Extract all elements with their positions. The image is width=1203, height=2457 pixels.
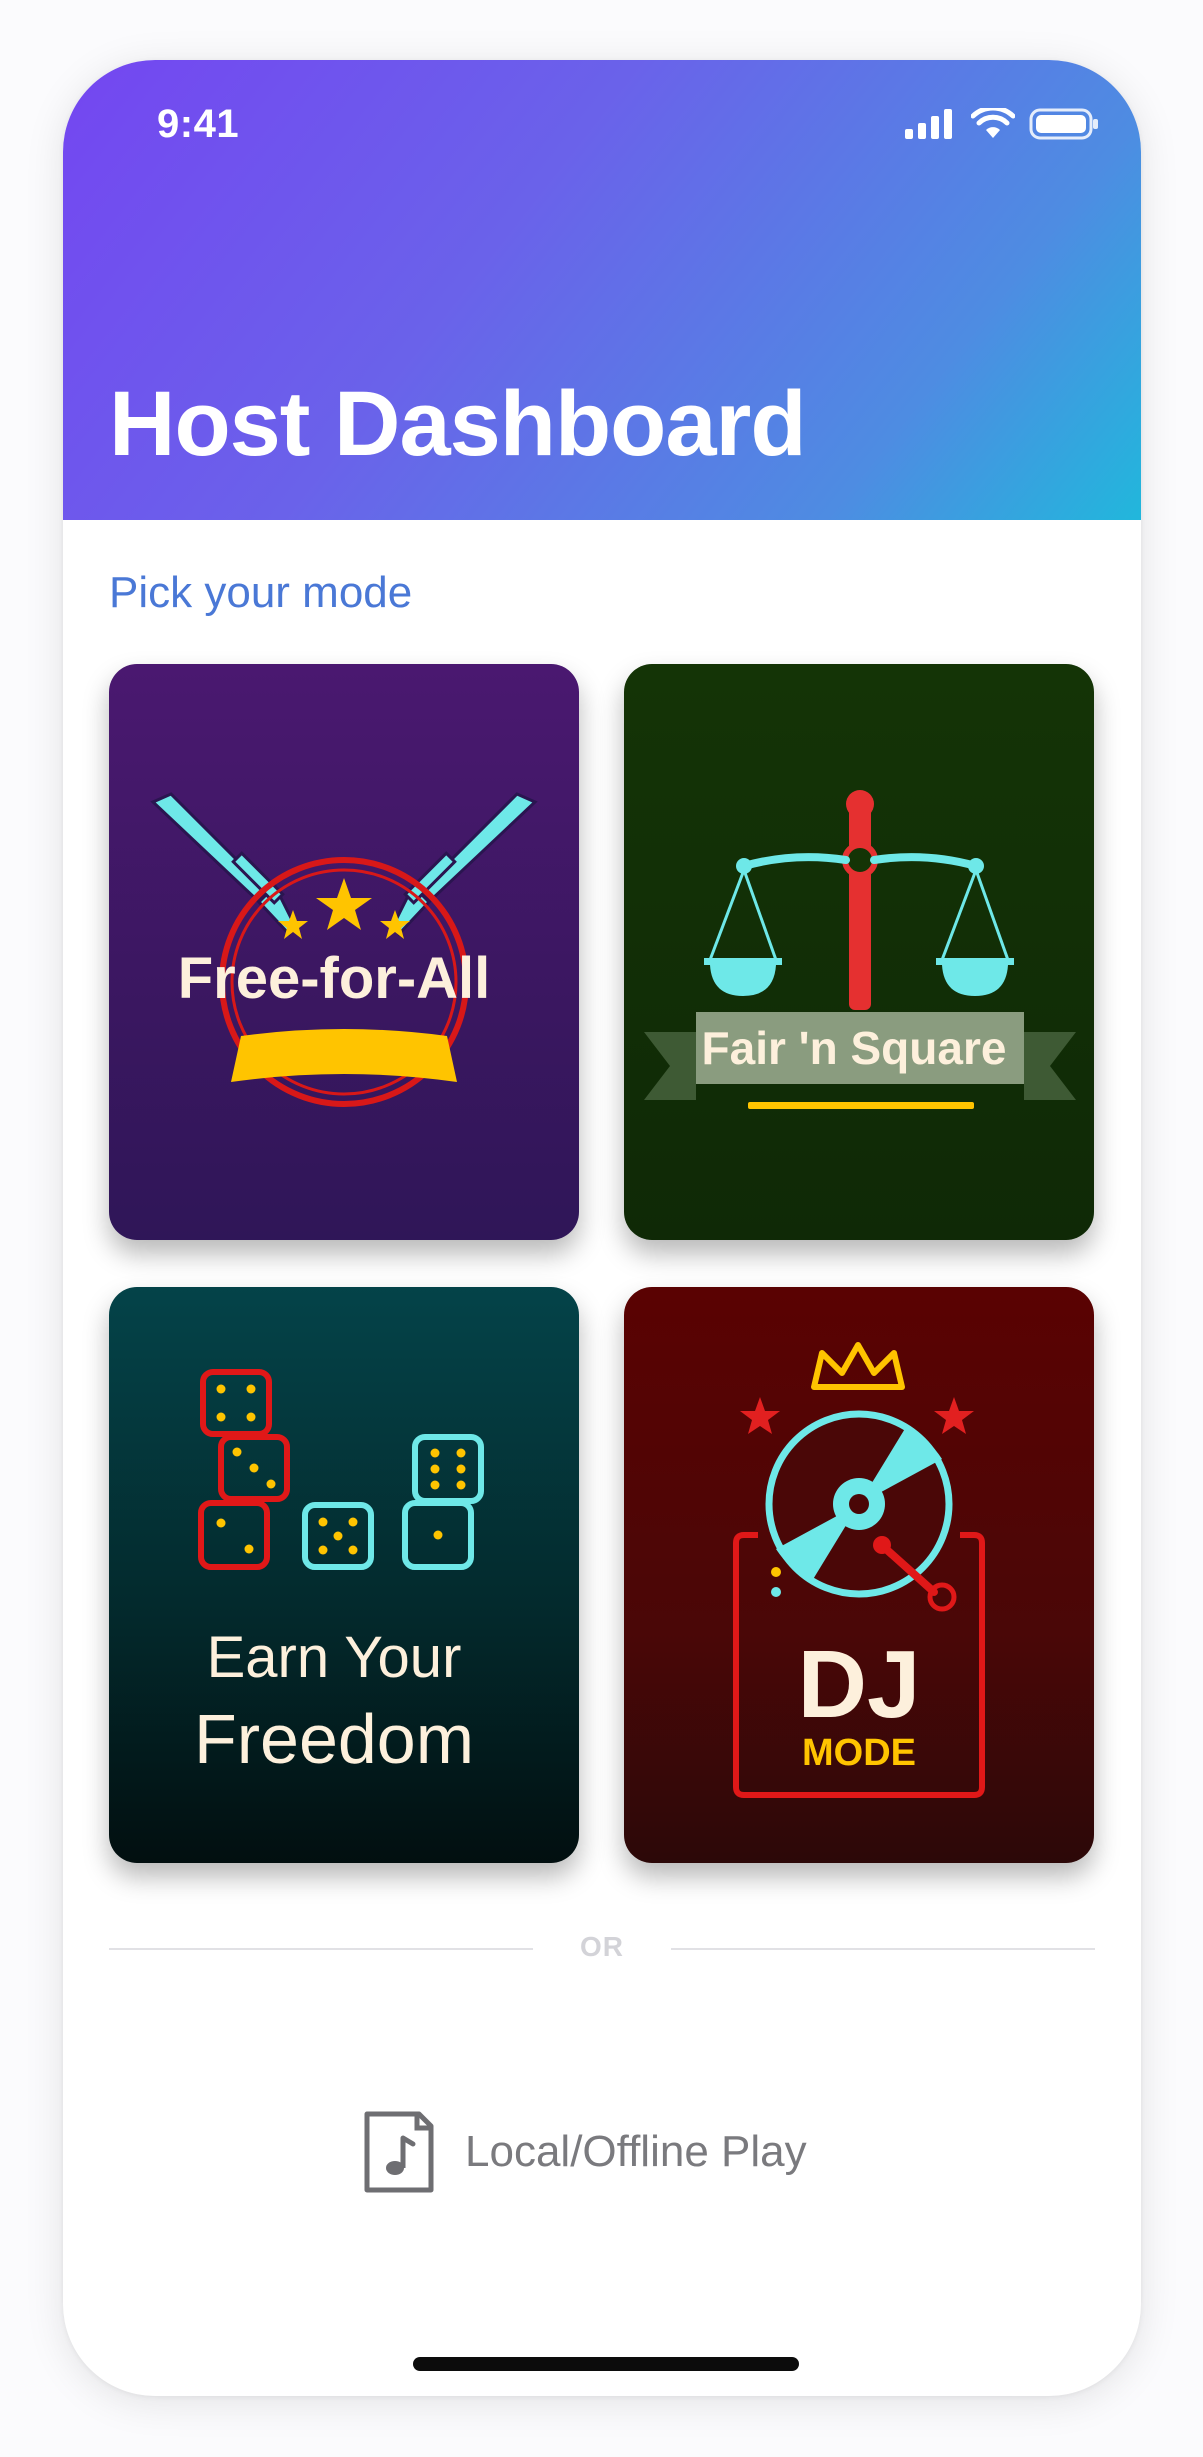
wifi-icon — [971, 108, 1015, 138]
status-time: 9:41 — [157, 102, 240, 146]
fair-n-square-emblem: Fair 'n Square — [644, 790, 1076, 1109]
page-title: Host Dashboard — [109, 373, 807, 475]
left-sword-icon — [150, 792, 297, 937]
home-indicator — [413, 2357, 799, 2371]
mode-card-dj-mode[interactable]: DJ MODE — [624, 1287, 1094, 1863]
dj-label: DJ — [798, 1631, 921, 1738]
phone-screen: 9:41 Host Dashboard Pick your mode Free-… — [63, 60, 1141, 2396]
local-offline-play-label: Local/Offline Play — [465, 2127, 807, 2176]
right-sword-icon — [391, 792, 538, 937]
stars-icon — [278, 878, 410, 939]
status-icons — [905, 108, 1099, 140]
dice-icon — [198, 1369, 484, 1570]
local-offline-play-button[interactable]: Local/Offline Play — [363, 2110, 807, 2194]
gold-ribbon — [231, 1029, 457, 1082]
header: 9:41 Host Dashboard — [63, 60, 1141, 520]
crown-icon — [811, 1342, 905, 1390]
mode-card-earn-your-freedom[interactable]: Earn Your Freedom — [109, 1287, 579, 1863]
mode-label: MODE — [802, 1732, 916, 1774]
mode-card-fair-n-square[interactable]: Fair 'n Square — [624, 664, 1094, 1240]
free-for-all-emblem: Free-for-All — [150, 792, 538, 1107]
or-label: OR — [580, 1931, 624, 1962]
earn-your-label-line2: Freedom — [194, 1700, 474, 1778]
vinyl-record-icon — [765, 1410, 957, 1612]
balance-scale-icon — [704, 790, 1014, 1010]
music-file-icon — [364, 2111, 434, 2193]
earn-your-freedom-emblem: Earn Your Freedom — [194, 1369, 484, 1778]
earn-your-label-line1: Earn Your — [207, 1625, 462, 1690]
free-for-all-label: Free-for-All — [178, 946, 491, 1011]
fair-n-square-label: Fair 'n Square — [702, 1022, 1007, 1074]
divider-right — [671, 1948, 1095, 1950]
section-label: Pick your mode — [109, 568, 413, 617]
dj-mode-emblem: DJ MODE — [733, 1342, 985, 1798]
battery-icon — [1029, 108, 1098, 140]
signal-icon — [905, 109, 952, 139]
gold-underline — [748, 1102, 974, 1109]
mode-card-free-for-all[interactable]: Free-for-All — [109, 664, 579, 1240]
